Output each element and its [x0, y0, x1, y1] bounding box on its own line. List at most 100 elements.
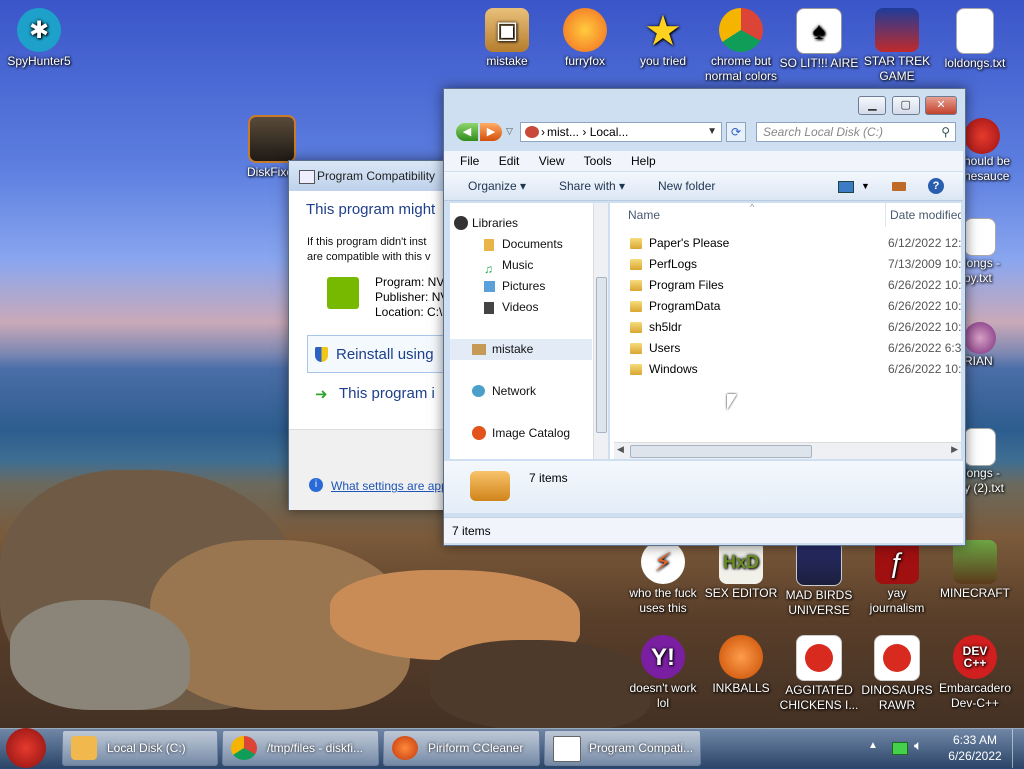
program-compat-icon — [553, 736, 581, 762]
nav-music[interactable]: ♫ Music — [450, 255, 608, 276]
explorer-titlebar[interactable]: ▁ ▢ ✕ — [444, 89, 965, 119]
documents-icon — [484, 239, 494, 251]
column-name[interactable]: Name — [628, 203, 660, 227]
menu-tools[interactable]: Tools — [584, 154, 612, 168]
chevron-down-icon[interactable]: ▼ — [861, 172, 870, 200]
flash-player-icon: ƒ — [875, 540, 919, 584]
desktop-icon-yay[interactable]: ƒ yay journalism — [855, 540, 939, 616]
file-date: 6/26/2022 6:3 — [888, 341, 961, 355]
network-status-icon[interactable] — [892, 742, 908, 755]
start-button[interactable] — [6, 728, 46, 768]
help-icon[interactable]: ? — [928, 178, 944, 194]
computer-icon: ▣ — [485, 8, 529, 52]
file-rows: Paper's Please 6/12/2022 12: PerfLogs 7/13/… — [610, 233, 961, 380]
menu-view[interactable]: View — [539, 154, 565, 168]
explorer-window[interactable]: ▁ ▢ ✕ ◀ ▶ ▽ › mist... › Local... ▼ ⟳ Sea… — [443, 88, 966, 546]
new-folder-button[interactable]: New folder — [658, 172, 715, 200]
menu-help[interactable]: Help — [631, 154, 656, 168]
refresh-button[interactable]: ⟳ — [726, 122, 746, 142]
column-header-row: Name ^ Date modified — [610, 203, 961, 227]
desktop-icon-doesnt-work[interactable]: Y! doesn't work lol — [621, 635, 705, 711]
desktop-icon-chrome[interactable]: chrome but normal colors — [699, 8, 783, 84]
desktop-icon-devcpp[interactable]: DEV C++ Embarcadero Dev-C++ — [933, 635, 1017, 711]
file-row[interactable]: Users 6/26/2022 6:3 — [610, 338, 961, 359]
breadcrumb-item[interactable]: mist... — [547, 125, 579, 139]
preview-pane-icon[interactable] — [892, 182, 906, 191]
nav-libraries[interactable]: Libraries — [450, 213, 608, 234]
taskbar-item-program-compat[interactable]: Program Compati... — [544, 730, 701, 766]
nav-network[interactable]: Network — [450, 381, 608, 402]
desktop-icon-sex-editor[interactable]: HxD SEX EDITOR — [699, 540, 783, 601]
chevron-down-icon[interactable]: ▼ — [707, 123, 717, 141]
horizontal-scrollbar[interactable]: ◀ ▶ — [614, 442, 961, 459]
desktop-icon-star-trek[interactable]: STAR TREK GAME — [855, 8, 939, 84]
settings-link[interactable]: What settings are app — [331, 479, 448, 493]
folder-icon — [71, 736, 97, 760]
desktop-icon-mistake[interactable]: ▣ mistake — [465, 8, 549, 69]
folder-icon — [630, 343, 642, 354]
compat-titlebar[interactable]: Program Compatibility — [289, 161, 459, 191]
share-with-button[interactable]: Share with ▾ — [559, 172, 625, 200]
h-scroll-thumb[interactable] — [630, 445, 812, 458]
nav-documents[interactable]: Documents — [450, 234, 608, 255]
show-hidden-icons-button[interactable]: ▲ — [868, 740, 878, 751]
firefox-icon — [563, 8, 607, 52]
back-button[interactable]: ◀ — [456, 123, 478, 141]
file-row[interactable]: Paper's Please 6/12/2022 12: — [610, 233, 961, 254]
menu-file[interactable]: File — [460, 154, 479, 168]
taskbar-item-local-disk[interactable]: Local Disk (C:) — [62, 730, 218, 766]
star-icon: ★ — [644, 6, 682, 54]
address-bar[interactable]: › mist... › Local... ▼ — [520, 122, 722, 142]
desktop-icon-who-fuck[interactable]: ⚡ who the fuck uses this — [621, 540, 705, 616]
taskbar-item-ccleaner[interactable]: Piriform CCleaner — [383, 730, 540, 766]
maximize-button[interactable]: ▢ — [891, 96, 920, 115]
nav-mistake[interactable]: mistake — [450, 339, 592, 360]
info-icon: i — [309, 478, 323, 492]
desktop-icon-solitaire[interactable]: ♠ SO LIT!!! AIRE — [777, 8, 861, 71]
taskbar-item-chrome[interactable]: /tmp/files - diskfi... — [222, 730, 379, 766]
file-row[interactable]: sh5ldr 6/26/2022 10: — [610, 317, 961, 338]
nav-videos[interactable]: Videos — [450, 297, 608, 318]
desktop-icon-inkballs[interactable]: INKBALLS — [699, 635, 783, 696]
scroll-right-icon[interactable]: ▶ — [951, 444, 958, 455]
view-options-icon[interactable] — [838, 181, 854, 193]
nav-scrollbar[interactable] — [593, 203, 608, 459]
desktop-icon-aggitated[interactable]: AGGITATED CHICKENS I... — [777, 635, 861, 713]
desktop-icon-mad-birds[interactable]: MAD BIRDS UNIVERSE — [777, 540, 861, 618]
desktop-icon-furryfox[interactable]: furryfox — [543, 8, 627, 69]
close-button[interactable]: ✕ — [925, 96, 957, 115]
menu-edit[interactable]: Edit — [499, 154, 520, 168]
desktop-icon-minecraft[interactable]: MINECRAFT — [933, 540, 1017, 601]
show-desktop-button[interactable] — [1012, 729, 1024, 768]
nav-pictures[interactable]: Pictures — [450, 276, 608, 297]
forward-button[interactable]: ▶ — [480, 123, 502, 141]
breadcrumb-item[interactable]: Local... — [590, 125, 629, 139]
program-compatibility-window[interactable]: Program Compatibility This program might… — [288, 160, 467, 510]
compat-program: Program: NV — [375, 275, 445, 289]
scroll-left-icon[interactable]: ◀ — [617, 444, 624, 455]
window-controls: ▁ ▢ ✕ — [856, 96, 957, 115]
minimize-button[interactable]: ▁ — [858, 96, 887, 115]
file-row[interactable]: ProgramData 6/26/2022 10: — [610, 296, 961, 317]
file-row[interactable]: PerfLogs 7/13/2009 10: — [610, 254, 961, 275]
search-input[interactable]: Search Local Disk (C:) ⚲ — [756, 122, 956, 142]
nav-scroll-thumb[interactable] — [596, 277, 607, 433]
clock-time: 6:33 AM — [952, 733, 998, 747]
mouse-cursor-icon — [727, 394, 737, 410]
bird-hat-icon — [964, 322, 996, 354]
file-row[interactable]: Program Files 6/26/2022 10: — [610, 275, 961, 296]
file-row[interactable]: Windows 6/26/2022 10: — [610, 359, 961, 380]
nav-image-catalog[interactable]: Image Catalog — [450, 423, 608, 444]
program-installed-option[interactable]: ➜ This program i — [315, 385, 435, 403]
clock[interactable]: 6:33 AM 6/26/2022 — [944, 732, 1006, 764]
desktop-icon-loldongs[interactable]: loldongs.txt — [933, 8, 1017, 71]
desktop-icon-spyhunter[interactable]: ✱ SpyHunter5 — [0, 8, 81, 69]
desktop-icon-you-tried[interactable]: ★ you tried — [621, 8, 705, 69]
recent-pages-dropdown[interactable]: ▽ — [506, 126, 513, 137]
chrome-icon — [231, 736, 257, 760]
minecraft-icon — [953, 540, 997, 584]
desktop-icon-dinosaurs[interactable]: DINOSAURS RAWR — [855, 635, 939, 713]
organize-button[interactable]: Organize ▾ — [468, 172, 526, 200]
volume-icon[interactable]: 🔈︎ — [914, 737, 922, 754]
column-date[interactable]: Date modified — [885, 203, 961, 227]
